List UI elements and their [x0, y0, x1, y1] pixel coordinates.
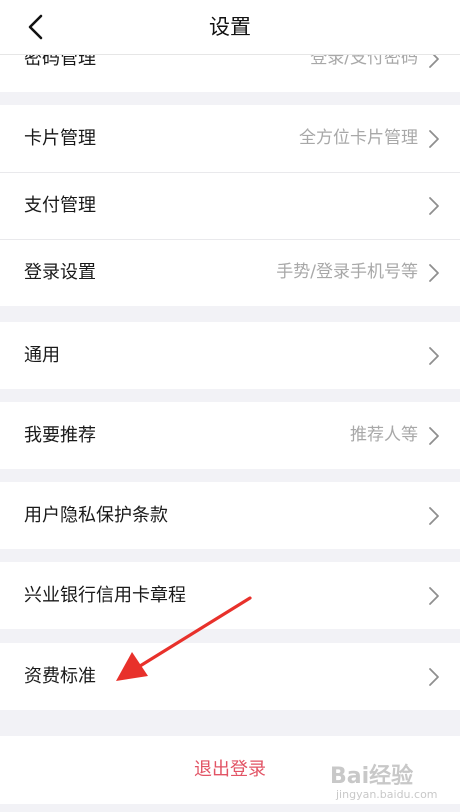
- page-title: 设置: [209, 15, 251, 39]
- chevron-right-icon: [429, 264, 439, 282]
- watermark-main: Bai经验: [330, 764, 414, 789]
- baidu-watermark: Bai经验 jingyan.baidu.com: [330, 758, 450, 808]
- chevron-right-icon: [429, 507, 439, 525]
- settings-row-general[interactable]: 通用: [0, 322, 460, 389]
- settings-row-card-management[interactable]: 卡片管理 全方位卡片管理: [0, 105, 460, 172]
- row-value: 推荐人等: [350, 425, 418, 445]
- top-nav-bar: 设置: [0, 0, 460, 55]
- settings-group-recommend: 我要推荐 推荐人等: [0, 402, 460, 469]
- settings-group-fees: 资费标准: [0, 643, 460, 710]
- row-label: 用户隐私保护条款: [24, 505, 168, 526]
- row-label: 卡片管理: [24, 128, 96, 149]
- row-label: 兴业银行信用卡章程: [24, 585, 186, 606]
- chevron-right-icon: [429, 130, 439, 148]
- settings-row-card-charter[interactable]: 兴业银行信用卡章程: [0, 562, 460, 629]
- chevron-right-icon: [429, 587, 439, 605]
- chevron-right-icon: [429, 197, 439, 215]
- chevron-right-icon: [429, 427, 439, 445]
- chevron-right-icon: [429, 668, 439, 686]
- settings-group-charter: 兴业银行信用卡章程: [0, 562, 460, 629]
- settings-row-payment-management[interactable]: 支付管理: [0, 172, 460, 239]
- settings-group-privacy: 用户隐私保护条款: [0, 482, 460, 549]
- watermark-sub: jingyan.baidu.com: [336, 788, 438, 801]
- row-label: 我要推荐: [24, 425, 96, 446]
- row-label: 登录设置: [24, 262, 96, 283]
- row-label: 资费标准: [24, 666, 96, 687]
- chevron-right-icon: [429, 347, 439, 365]
- settings-row-login-settings[interactable]: 登录设置 手势/登录手机号等: [0, 239, 460, 306]
- settings-row-recommend[interactable]: 我要推荐 推荐人等: [0, 402, 460, 469]
- row-label: 支付管理: [24, 195, 96, 216]
- settings-group-card: 卡片管理 全方位卡片管理 支付管理 登录设置 手势/登录手机号等: [0, 105, 460, 306]
- settings-row-privacy-terms[interactable]: 用户隐私保护条款: [0, 482, 460, 549]
- settings-row-fee-standard[interactable]: 资费标准: [0, 643, 460, 710]
- row-label: 通用: [24, 345, 60, 366]
- row-value: 手势/登录手机号等: [276, 262, 418, 282]
- settings-group-general: 通用: [0, 322, 460, 389]
- row-value: 全方位卡片管理: [299, 128, 418, 148]
